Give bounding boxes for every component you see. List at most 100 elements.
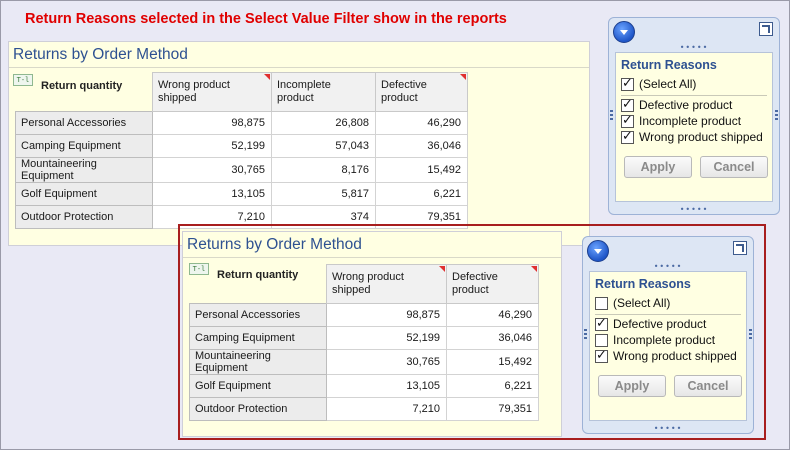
table-cell: 15,492 [375, 157, 468, 183]
title-divider [183, 257, 561, 258]
checkbox-checked-icon[interactable] [595, 316, 608, 331]
divider [621, 95, 767, 96]
table-corner [16, 73, 153, 112]
column-header[interactable]: Defective product [446, 264, 539, 304]
widget-menu-icon[interactable] [587, 240, 609, 262]
table-cell: 52,199 [152, 134, 272, 158]
table-cell: 5,817 [271, 182, 376, 206]
resize-handle-left[interactable] [584, 329, 587, 341]
table-cell: 26,808 [271, 111, 376, 135]
sort-flag-icon [531, 266, 537, 272]
table-cell: 79,351 [446, 397, 539, 421]
table-row: Golf Equipment 13,105 5,817 6,221 [15, 182, 468, 206]
table-corner [190, 265, 327, 304]
option-incomplete-product[interactable]: Incomplete product [621, 113, 742, 128]
table-cell: 13,105 [326, 374, 447, 398]
table-cell: 6,221 [375, 182, 468, 206]
report-panel-filtered: Returns by Order Method T-l Return quant… [182, 231, 562, 437]
sort-flag-icon [460, 74, 466, 80]
cancel-button[interactable]: Cancel [674, 375, 742, 397]
value-filter-widget-filtered: ••••• ••••• Return Reasons (Select All) … [582, 236, 754, 434]
resize-handle-bottom[interactable]: ••••• [654, 425, 683, 433]
option-wrong-product-shipped[interactable]: Wrong product shipped [621, 129, 763, 144]
option-defective-product[interactable]: Defective product [621, 97, 733, 112]
table-row: Golf Equipment 13,105 6,221 [189, 374, 539, 398]
row-header[interactable]: Personal Accessories [189, 303, 327, 327]
table-cell: 30,765 [326, 349, 447, 375]
column-header[interactable]: Defective product [375, 72, 468, 112]
checkbox-checked-icon[interactable] [595, 348, 608, 363]
table-row: Camping Equipment 52,199 57,043 36,046 [15, 134, 468, 158]
table-cell: 46,290 [375, 111, 468, 135]
row-header[interactable]: Golf Equipment [15, 182, 153, 206]
widget-menu-icon[interactable] [613, 21, 635, 43]
option-label: Wrong product shipped [639, 130, 763, 144]
crosstab-table: Wrong product shipped Incomplete product… [15, 72, 468, 229]
option-incomplete-product[interactable]: Incomplete product [595, 333, 715, 347]
option-label: (Select All) [639, 77, 697, 91]
divider [595, 314, 741, 315]
column-header[interactable]: Wrong product shipped [152, 72, 272, 112]
maximize-icon[interactable] [759, 22, 773, 36]
apply-button[interactable]: Apply [598, 375, 666, 397]
option-label: (Select All) [613, 296, 671, 310]
option-label: Wrong product shipped [613, 349, 737, 363]
table-cell: 6,221 [446, 374, 539, 398]
table-cell: 36,046 [375, 134, 468, 158]
checkbox-unchecked-icon[interactable] [595, 333, 608, 347]
crosstab-table: Wrong product shipped Defective product … [189, 264, 539, 421]
table-row: Outdoor Protection 7,210 79,351 [189, 397, 539, 421]
report-panel-all-reasons: Returns by Order Method T-l Return quant… [8, 41, 590, 246]
checkbox-checked-icon[interactable] [621, 113, 634, 128]
select-all-checkbox[interactable]: (Select All) [595, 296, 670, 310]
table-row: Mountaineering Equipment 30,765 8,176 15… [15, 157, 468, 183]
select-all-checkbox[interactable]: (Select All) [621, 76, 697, 91]
cancel-button[interactable]: Cancel [700, 156, 768, 178]
row-header[interactable]: Outdoor Protection [15, 205, 153, 229]
table-row: Camping Equipment 52,199 36,046 [189, 326, 539, 350]
option-label: Defective product [613, 317, 707, 331]
filter-title: Return Reasons [595, 277, 691, 291]
row-header[interactable]: Camping Equipment [15, 134, 153, 158]
option-label: Incomplete product [613, 333, 716, 347]
row-header[interactable]: Mountaineering Equipment [189, 349, 327, 375]
resize-handle-right[interactable] [749, 329, 752, 341]
table-cell: 30,765 [152, 157, 272, 183]
row-header[interactable]: Mountaineering Equipment [15, 157, 153, 183]
resize-handle-top[interactable]: ••••• [680, 44, 709, 52]
filter-body: Return Reasons (Select All) Defective pr… [615, 52, 773, 202]
checkbox-checked-icon[interactable] [621, 129, 634, 144]
table-row: Mountaineering Equipment 30,765 15,492 [189, 349, 539, 375]
apply-button[interactable]: Apply [624, 156, 692, 178]
resize-handle-left[interactable] [610, 110, 613, 122]
report-title: Returns by Order Method [187, 236, 362, 253]
table-cell: 98,875 [152, 111, 272, 135]
option-label: Incomplete product [639, 114, 742, 128]
report-title: Returns by Order Method [13, 46, 188, 63]
row-header[interactable]: Golf Equipment [189, 374, 327, 398]
option-wrong-product-shipped[interactable]: Wrong product shipped [595, 348, 737, 363]
column-header[interactable]: Wrong product shipped [326, 264, 447, 304]
row-header[interactable]: Camping Equipment [189, 326, 327, 350]
filter-body: Return Reasons (Select All) Defective pr… [589, 271, 747, 421]
maximize-icon[interactable] [733, 241, 747, 255]
option-label: Defective product [639, 98, 733, 112]
table-cell: 15,492 [446, 349, 539, 375]
table-cell: 46,290 [446, 303, 539, 327]
checkbox-checked-icon[interactable] [621, 76, 634, 91]
value-filter-widget-all: ••••• ••••• Return Reasons (Select All) … [608, 17, 780, 215]
option-defective-product[interactable]: Defective product [595, 316, 707, 331]
title-divider [9, 67, 589, 68]
sort-flag-icon [439, 266, 445, 272]
row-header[interactable]: Personal Accessories [15, 111, 153, 135]
checkbox-unchecked-icon[interactable] [595, 296, 608, 310]
resize-handle-bottom[interactable]: ••••• [680, 206, 709, 214]
table-cell: 36,046 [446, 326, 539, 350]
checkbox-checked-icon[interactable] [621, 97, 634, 112]
resize-handle-top[interactable]: ••••• [654, 263, 683, 271]
table-cell: 57,043 [271, 134, 376, 158]
resize-handle-right[interactable] [775, 110, 778, 122]
row-header[interactable]: Outdoor Protection [189, 397, 327, 421]
filter-title: Return Reasons [621, 58, 717, 72]
column-header[interactable]: Incomplete product [271, 72, 376, 112]
